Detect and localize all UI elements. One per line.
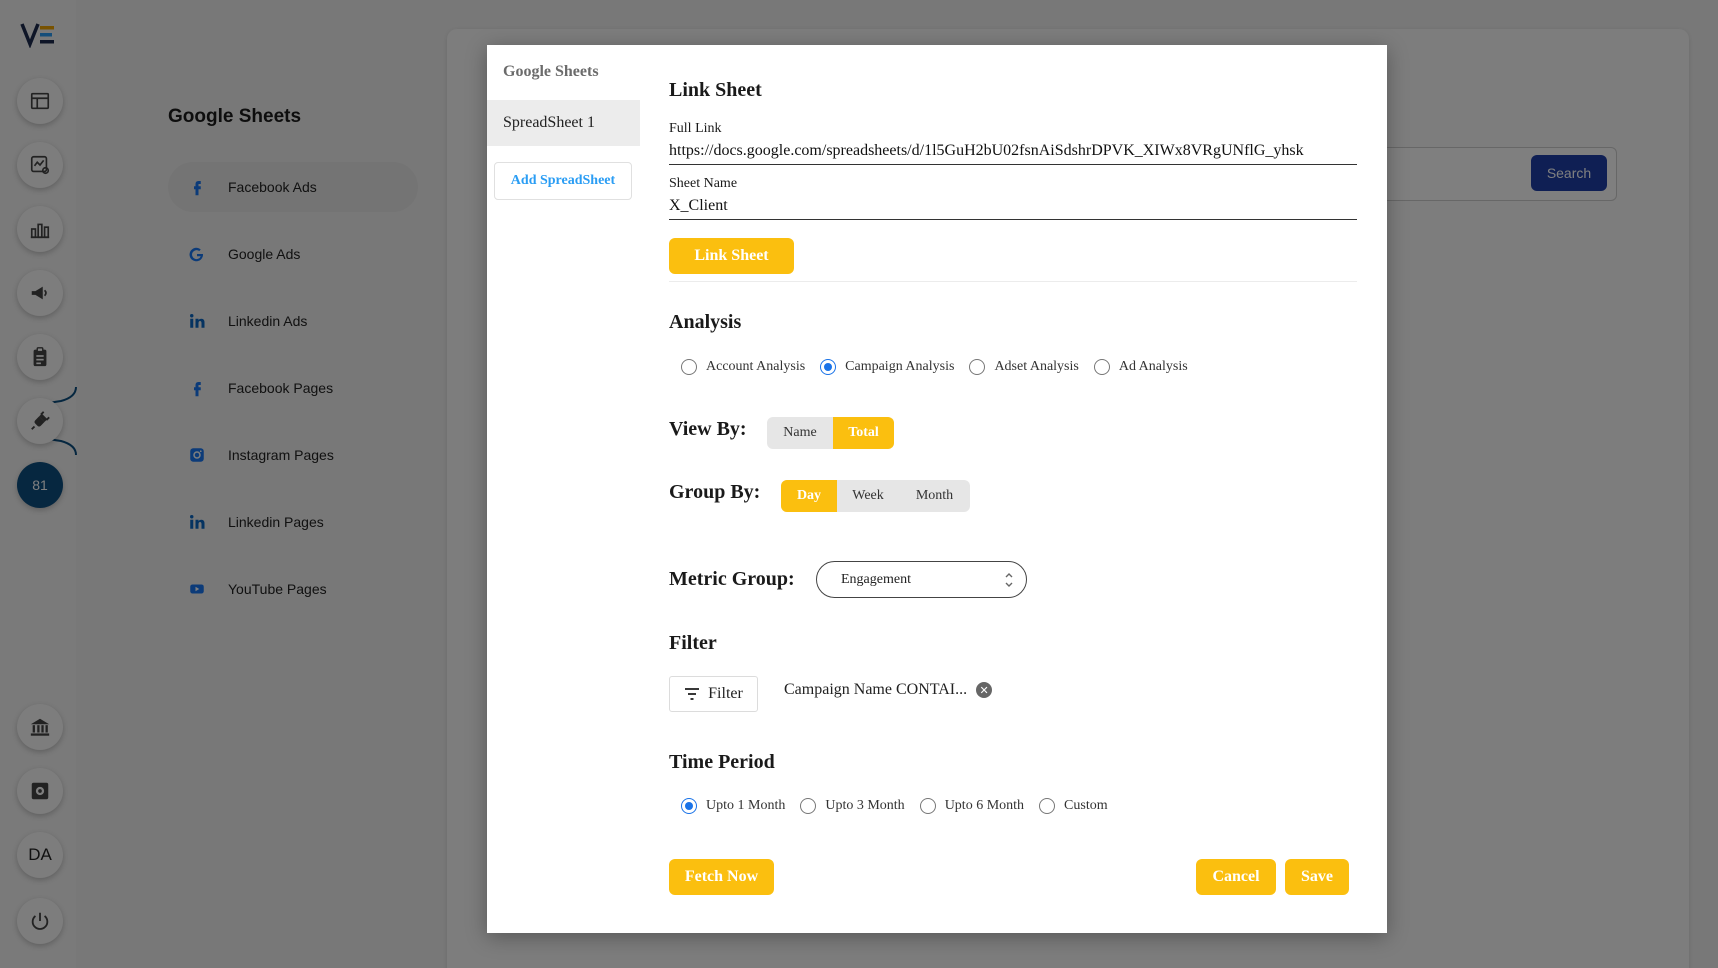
full-link-label: Full Link bbox=[669, 121, 722, 136]
full-link-field[interactable]: https://docs.google.com/spreadsheets/d/1… bbox=[669, 142, 1357, 165]
analysis-heading: Analysis bbox=[669, 311, 742, 333]
fetch-now-button[interactable]: Fetch Now bbox=[669, 859, 774, 895]
view-by-name-option[interactable]: Name bbox=[767, 417, 833, 449]
filter-heading: Filter bbox=[669, 632, 717, 654]
spreadsheet-tab[interactable]: SpreadSheet 1 bbox=[487, 100, 640, 146]
time-period-radio-group: Upto 1 Month Upto 3 Month Upto 6 Month C… bbox=[681, 798, 1123, 814]
filter-icon bbox=[685, 688, 700, 700]
filter-chip-label: Campaign Name CONTAI... bbox=[784, 681, 968, 698]
view-by-toggle: Name Total bbox=[767, 417, 894, 449]
radio-adset-analysis[interactable]: Adset Analysis bbox=[969, 359, 1079, 375]
group-by-toggle: Day Week Month bbox=[781, 480, 970, 512]
group-by-month-option[interactable]: Month bbox=[899, 480, 970, 512]
group-by-day-option[interactable]: Day bbox=[781, 480, 837, 512]
remove-filter-icon[interactable]: ✕ bbox=[976, 682, 993, 698]
radio-campaign-analysis[interactable]: Campaign Analysis bbox=[820, 359, 954, 375]
time-period-heading: Time Period bbox=[669, 751, 775, 773]
spreadsheet-sidebar: Google Sheets SpreadSheet 1 Add SpreadSh… bbox=[487, 45, 640, 933]
link-sheet-button[interactable]: Link Sheet bbox=[669, 238, 794, 274]
radio-custom[interactable]: Custom bbox=[1039, 798, 1108, 814]
filter-chip: Campaign Name CONTAI... ✕ bbox=[784, 681, 993, 699]
metric-group-heading: Metric Group: bbox=[669, 568, 795, 590]
save-button[interactable]: Save bbox=[1285, 859, 1349, 895]
group-by-heading: Group By: bbox=[669, 481, 761, 503]
link-sheet-heading: Link Sheet bbox=[669, 79, 762, 101]
filter-button-label: Filter bbox=[708, 685, 743, 702]
link-sheet-modal: Google Sheets SpreadSheet 1 Add SpreadSh… bbox=[487, 45, 1387, 933]
filter-button[interactable]: Filter bbox=[669, 676, 758, 712]
radio-upto-3-month[interactable]: Upto 3 Month bbox=[800, 798, 905, 814]
sheet-name-label: Sheet Name bbox=[669, 176, 738, 191]
sheet-name-field[interactable]: X_Client bbox=[669, 197, 1357, 220]
cancel-button[interactable]: Cancel bbox=[1196, 859, 1276, 895]
view-by-total-option[interactable]: Total bbox=[833, 417, 894, 449]
view-by-heading: View By: bbox=[669, 418, 747, 440]
select-arrows-icon bbox=[1005, 573, 1013, 587]
metric-group-select[interactable]: Engagement bbox=[816, 561, 1027, 598]
sidebar-title: Google Sheets bbox=[503, 63, 599, 80]
radio-account-analysis[interactable]: Account Analysis bbox=[681, 359, 805, 375]
section-divider bbox=[669, 281, 1357, 282]
group-by-week-option[interactable]: Week bbox=[837, 480, 899, 512]
radio-ad-analysis[interactable]: Ad Analysis bbox=[1093, 359, 1188, 375]
radio-upto-1-month[interactable]: Upto 1 Month bbox=[681, 798, 785, 814]
add-spreadsheet-button[interactable]: Add SpreadSheet bbox=[494, 162, 632, 200]
analysis-radio-group: Account Analysis Campaign Analysis Adset… bbox=[681, 359, 1203, 375]
radio-upto-6-month[interactable]: Upto 6 Month bbox=[919, 798, 1024, 814]
metric-group-value: Engagement bbox=[841, 571, 911, 587]
